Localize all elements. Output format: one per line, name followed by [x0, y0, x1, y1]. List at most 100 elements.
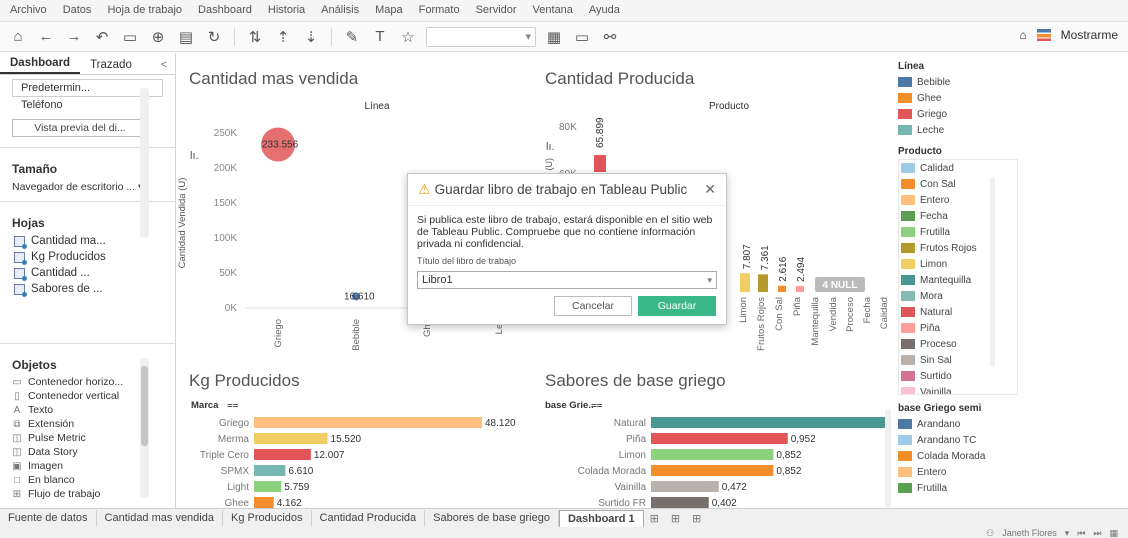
legend-item[interactable]: Entero — [898, 464, 1018, 480]
undo-icon[interactable]: ↶ — [92, 28, 112, 46]
bar[interactable] — [651, 497, 709, 508]
legend-item[interactable]: Fecha — [901, 208, 1017, 224]
close-icon[interactable]: ✕ — [704, 181, 716, 198]
sheet-tab[interactable]: Fuente de datos — [0, 510, 97, 526]
legend-item[interactable]: Mora — [901, 288, 1017, 304]
home-icon[interactable]: ⌂ — [8, 28, 28, 45]
sheets-scrollbar[interactable] — [140, 88, 149, 238]
tab-dashboard[interactable]: Dashboard — [0, 54, 81, 74]
bar[interactable] — [254, 465, 286, 476]
forward-icon[interactable]: → — [64, 28, 84, 45]
legend-item[interactable]: Bebible — [898, 74, 1018, 90]
menu-item[interactable]: Ventana — [533, 4, 573, 16]
legend-scrollbar[interactable] — [990, 177, 995, 367]
show-me-icon[interactable] — [1036, 29, 1051, 41]
sort-desc-icon[interactable]: ⇣ — [301, 28, 321, 46]
tab-layout[interactable]: Trazado — [80, 56, 142, 74]
bar[interactable] — [651, 433, 788, 444]
fit-select[interactable] — [426, 26, 536, 47]
chart2-bar[interactable] — [796, 286, 804, 292]
grid-view-icon[interactable]: ▦ — [1109, 528, 1118, 538]
sheet-item[interactable]: Cantidad ... — [0, 265, 175, 281]
bar[interactable] — [254, 417, 482, 428]
menu-item[interactable]: Formato — [419, 4, 460, 16]
sheet-item[interactable]: Sabores de ... — [0, 281, 175, 297]
legend-item[interactable]: Frutilla — [898, 480, 1018, 496]
legend-item[interactable]: Sin Sal — [901, 352, 1017, 368]
pin-icon[interactable]: ☆ — [398, 28, 418, 46]
bar[interactable] — [254, 481, 282, 492]
filter-icon[interactable]: ⩵ — [591, 400, 602, 411]
sheet-tab[interactable]: Dashboard 1 — [558, 509, 644, 527]
chevron-down-icon[interactable]: ▾ — [707, 274, 712, 286]
menu-item[interactable]: Historia — [268, 4, 305, 16]
marks-icon[interactable]: ⌂ — [1019, 28, 1026, 42]
legend-item[interactable]: Vainilla — [901, 384, 1017, 394]
legend-item[interactable]: Arandano TC — [898, 432, 1018, 448]
label-icon[interactable]: T — [370, 28, 390, 45]
menu-item[interactable]: Hoja de trabajo — [107, 4, 182, 16]
bar[interactable] — [651, 449, 774, 460]
user-name[interactable]: Janeth Flores — [1002, 528, 1057, 538]
legend-base-scrollbar[interactable] — [885, 409, 891, 507]
legend-item[interactable]: Limon — [901, 256, 1017, 272]
nav-last-icon[interactable]: ⏭ — [1093, 528, 1101, 538]
menu-item[interactable]: Mapa — [375, 4, 403, 16]
bar[interactable] — [254, 449, 311, 460]
legend-item[interactable]: Entero — [901, 192, 1017, 208]
objects-scroll-thumb[interactable] — [141, 366, 148, 446]
menu-item[interactable]: Análisis — [321, 4, 359, 16]
share-icon[interactable]: ⚯ — [600, 28, 620, 46]
legend-item[interactable]: Proceso — [901, 336, 1017, 352]
new-dashboard-icon[interactable]: ⊞ — [665, 510, 686, 527]
objects-scrollbar[interactable] — [140, 358, 149, 498]
sheet-tab[interactable]: Cantidad Producida — [312, 510, 426, 526]
chart2-bar[interactable] — [778, 285, 786, 292]
sheet-tab[interactable]: Cantidad mas vendida — [97, 510, 223, 526]
legend-item[interactable]: Arandano — [898, 416, 1018, 432]
back-icon[interactable]: ← — [36, 28, 56, 45]
save-button[interactable]: Guardar — [638, 296, 716, 316]
legend-item[interactable]: Griego — [898, 106, 1018, 122]
bar[interactable] — [651, 417, 885, 428]
highlight-icon[interactable]: ✎ — [342, 28, 362, 46]
legend-item[interactable]: Surtido — [901, 368, 1017, 384]
legend-item[interactable]: Frutos Rojos — [901, 240, 1017, 256]
chart2-bar-natural[interactable] — [594, 155, 606, 172]
chart2-bar[interactable] — [758, 274, 768, 292]
sort-asc-icon[interactable]: ⇡ — [273, 28, 293, 46]
menu-item[interactable]: Datos — [63, 4, 92, 16]
chart2-bar[interactable] — [740, 273, 750, 292]
new-worksheet-icon[interactable]: ⊞ — [644, 510, 665, 527]
workbook-title-input[interactable]: Libro1 ▾ — [417, 271, 717, 289]
swap-icon[interactable]: ⇅ — [245, 28, 265, 46]
sheet-tab[interactable]: Sabores de base griego — [425, 510, 559, 526]
legend-item[interactable]: Ghee — [898, 90, 1018, 106]
legend-item[interactable]: Calidad — [901, 160, 1017, 176]
save-icon[interactable]: ▭ — [120, 28, 140, 46]
legend-item[interactable]: Leche — [898, 122, 1018, 138]
fix-axes-icon[interactable]: ▦ — [544, 28, 564, 46]
menu-item[interactable]: Archivo — [10, 4, 47, 16]
legend-item[interactable]: Piña — [901, 320, 1017, 336]
presentation-icon[interactable]: ▭ — [572, 28, 592, 46]
legend-item[interactable]: Con Sal — [901, 176, 1017, 192]
bar[interactable] — [254, 497, 274, 508]
legend-item[interactable]: Mantequilla — [901, 272, 1017, 288]
bar[interactable] — [254, 433, 328, 444]
new-datasource-icon[interactable]: ⊕ — [148, 28, 168, 46]
device-preview-button[interactable]: Vista previa del di... — [12, 119, 148, 137]
sheet-tab[interactable]: Kg Producidos — [223, 510, 312, 526]
legend-item[interactable]: Natural — [901, 304, 1017, 320]
menu-item[interactable]: Ayuda — [589, 4, 620, 16]
cancel-button[interactable]: Cancelar — [554, 296, 632, 316]
show-me-button[interactable]: Mostrarme — [1061, 28, 1118, 42]
refresh-icon[interactable]: ↻ — [204, 28, 224, 46]
bar[interactable] — [651, 465, 774, 476]
nav-first-icon[interactable]: ⏮ — [1077, 528, 1085, 538]
menu-item[interactable]: Dashboard — [198, 4, 252, 16]
filter-icon[interactable]: ⩵ — [227, 400, 238, 411]
bar[interactable] — [651, 481, 719, 492]
chevron-down-icon[interactable]: ▾ — [1065, 528, 1070, 538]
collapse-panel-button[interactable]: < — [153, 56, 175, 74]
